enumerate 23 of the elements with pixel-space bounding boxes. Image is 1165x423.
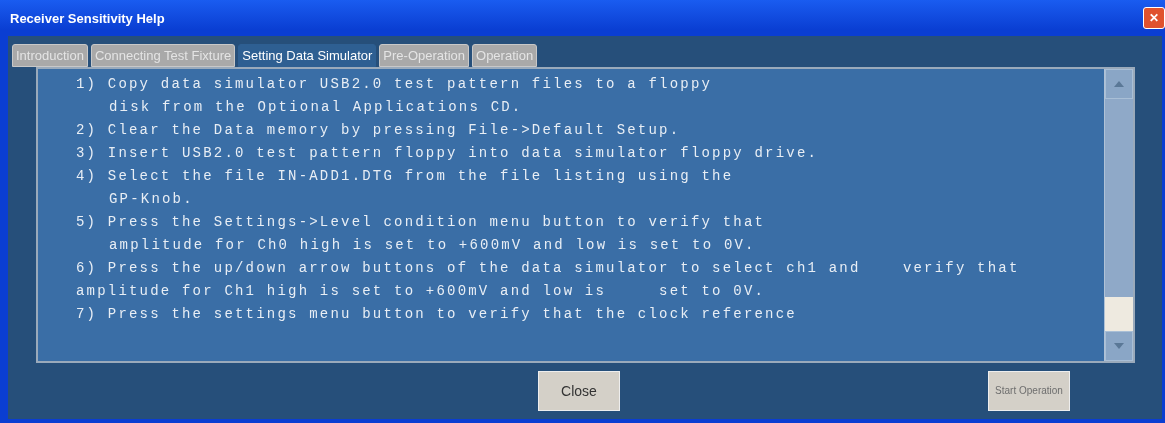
help-text-line: 3) Insert USB2.0 test pattern floppy into data simulator floppy drive. [76, 144, 820, 163]
tab[interactable]: Introduction [12, 44, 88, 67]
tab[interactable]: Connecting Test Fixture [90, 44, 236, 67]
help-text-line: 2) Clear the Data memory by pressing File->Default Setup. [76, 121, 682, 140]
help-text-line: 6) Press the up/down arrow buttons of the data simulator to select ch1 and verify that [76, 259, 1021, 278]
close-button[interactable]: ✕ [1143, 7, 1165, 29]
scrollbar-thumb[interactable] [1105, 297, 1133, 331]
tab[interactable]: Pre-Operation [379, 44, 469, 67]
dialog-button[interactable]: Close [538, 371, 620, 411]
scroll-down-icon[interactable] [1114, 343, 1124, 349]
tab[interactable]: Setting Data Simulator [238, 44, 377, 67]
help-text-line: amplitude for Ch0 high is set to +600mV and low is set to 0V. [108, 236, 757, 255]
tab[interactable]: Operation [472, 44, 538, 67]
scrollbar[interactable] [1104, 69, 1133, 361]
window-title: Receiver Sensitivity Help [10, 10, 165, 26]
help-text-line: GP-Knob. [108, 190, 195, 209]
help-text-line: 1) Copy data simulator USB2.0 test pattern files to a floppy [76, 75, 714, 94]
help-text-line: amplitude for Ch1 high is set to +600mV and low is set to 0V. [76, 282, 767, 301]
help-text-line: 5) Press the Settings->Level condition menu button to verify that [76, 213, 767, 232]
help-text-line: 7) Press the settings menu button to verify that the clock reference [76, 305, 798, 324]
help-text-line: 4) Select the file IN-ADD1.DTG from the file listing using the [76, 167, 735, 186]
scroll-up-icon[interactable] [1114, 81, 1124, 87]
help-text-line: disk from the Optional Applications CD. [108, 98, 524, 117]
